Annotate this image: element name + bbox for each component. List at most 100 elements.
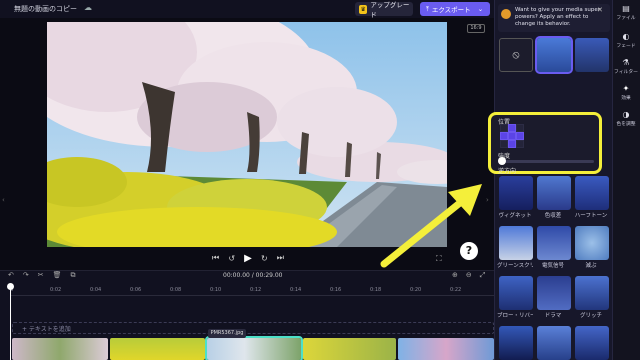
split-icon[interactable]: ✂: [38, 271, 44, 280]
close-icon[interactable]: ✕: [597, 6, 603, 14]
clip-filename-tooltip: PMR5367.jpg: [208, 329, 246, 338]
playhead[interactable]: [10, 284, 11, 360]
effect-label: 減ぶ: [585, 263, 597, 269]
position-cell[interactable]: [500, 124, 508, 132]
effects-label-row: ブロー・リバース ドラマ グリッチ: [497, 311, 609, 319]
effect-thumb[interactable]: [499, 276, 533, 310]
zoom-in-icon[interactable]: ⊕: [452, 271, 458, 280]
cloud-sync-icon: ☁: [84, 3, 92, 12]
filter-icon: ⚗: [622, 58, 630, 67]
ruler-tick: 0:20: [410, 287, 422, 293]
effect-thumb[interactable]: [575, 38, 609, 72]
effect-thumb[interactable]: [575, 226, 609, 260]
timecode: 00:00.00 / 00:29.00: [223, 272, 283, 279]
delete-icon[interactable]: 🗑: [53, 271, 62, 280]
intensity-slider[interactable]: [498, 160, 594, 163]
ruler-tick: 0:12: [250, 287, 262, 293]
effect-thumb[interactable]: [575, 176, 609, 210]
duplicate-icon[interactable]: ⧉: [71, 271, 76, 280]
effect-label: ハーフトーン: [574, 213, 608, 219]
text-track[interactable]: [12, 322, 494, 334]
effect-thumb[interactable]: [499, 176, 533, 210]
effect-thumb[interactable]: [499, 326, 533, 360]
ruler-tick: 0:16: [330, 287, 342, 293]
position-cell[interactable]: [500, 132, 508, 140]
effects-row: [499, 176, 609, 210]
rail-item-color[interactable]: ◑ 色を調整: [612, 110, 640, 127]
zoom-out-icon[interactable]: ⊖: [466, 271, 472, 280]
playback-controls: ⏮ ↺ ▶ ↻ ⏭: [212, 252, 284, 264]
effects-label-row: ヴィグネット 色収差 ハーフトーン: [497, 211, 609, 219]
effect-label: ヴィグネット: [498, 213, 532, 219]
project-title[interactable]: 無題の動画のコピー: [14, 4, 77, 14]
playhead-handle[interactable]: [7, 283, 14, 290]
ruler-tick: 0:22: [450, 287, 462, 293]
effect-thumb[interactable]: [575, 326, 609, 360]
effects-label-row: グリーンスクリーン 電気信号 減ぶ: [497, 261, 609, 269]
rail-item-file[interactable]: ▤ ファイル: [612, 4, 640, 21]
add-text-label[interactable]: + テキストを追加: [22, 324, 71, 333]
upload-icon: ⤒: [426, 4, 429, 13]
effects-row: [499, 276, 609, 310]
time-ruler[interactable]: 0 0:02 0:04 0:06 0:08 0:10 0:12 0:14 0:1…: [10, 286, 494, 296]
position-cell[interactable]: [516, 132, 524, 140]
export-label: エクスポート: [431, 6, 471, 14]
position-cell[interactable]: [500, 140, 508, 148]
ruler-tick: 0:02: [50, 287, 62, 293]
position-cell[interactable]: [516, 140, 524, 148]
effect-label: グリーンスクリーン: [497, 263, 533, 269]
position-cell[interactable]: [516, 124, 524, 132]
fit-icon[interactable]: ⤢: [480, 271, 486, 280]
effect-thumb[interactable]: [537, 276, 571, 310]
right-rail: [612, 0, 640, 360]
effect-thumb[interactable]: [535, 36, 573, 74]
undo-icon[interactable]: ↶: [8, 271, 14, 280]
ruler-tick: 0:04: [90, 287, 102, 293]
file-icon: ▤: [622, 4, 630, 13]
effect-thumb[interactable]: [575, 276, 609, 310]
rail-item-fade[interactable]: ◐ フェード: [612, 32, 640, 49]
ruler-tick: 0:14: [290, 287, 302, 293]
rail-label: 効果: [621, 96, 631, 101]
video-clip[interactable]: [398, 338, 494, 360]
video-clip[interactable]: [12, 338, 108, 360]
timeline-toolbar: ↶ ↷ ✂ 🗑 ⧉: [8, 271, 76, 280]
skip-forward-icon[interactable]: ⏭: [277, 253, 284, 263]
video-track: [12, 336, 494, 360]
rewind-icon[interactable]: ↺: [228, 254, 235, 263]
rail-label: ファイル: [616, 16, 636, 21]
skip-back-icon[interactable]: ⏮: [212, 253, 219, 263]
export-button[interactable]: ⤒ エクスポート ⌄: [420, 2, 490, 16]
forward-icon[interactable]: ↻: [261, 254, 268, 263]
effect-thumb[interactable]: [537, 226, 571, 260]
video-clip[interactable]: [302, 338, 397, 360]
redo-icon[interactable]: ↷: [23, 271, 29, 280]
upgrade-button[interactable]: ♛ アップグレード: [355, 1, 413, 19]
rail-item-filter[interactable]: ⚗ フィルター: [612, 58, 640, 75]
fade-icon: ◐: [622, 32, 630, 41]
magic-wand-icon: ✦: [622, 84, 630, 93]
effect-label: グリッチ: [579, 313, 602, 319]
rail-label: フェード: [616, 44, 636, 49]
effect-thumb[interactable]: [537, 176, 571, 210]
video-clip-selected[interactable]: [205, 336, 303, 360]
position-cell[interactable]: [508, 124, 516, 132]
aspect-ratio-button[interactable]: 16:9: [467, 24, 485, 33]
video-clip[interactable]: [109, 338, 206, 360]
effect-label: 電気信号: [541, 263, 564, 269]
no-effect-icon[interactable]: ⦸: [499, 38, 533, 72]
effect-thumb[interactable]: [537, 326, 571, 360]
slider-handle[interactable]: [498, 157, 506, 165]
effect-thumb[interactable]: [499, 226, 533, 260]
collapse-left-icon[interactable]: ‹: [2, 196, 8, 208]
position-cell[interactable]: [508, 140, 516, 148]
zoom-controls: ⊕ ⊖ ⤢: [452, 271, 485, 280]
effect-label: 色収差: [544, 213, 562, 219]
effect-label: ドラマ: [544, 313, 562, 319]
play-icon[interactable]: ▶: [244, 253, 252, 264]
position-cell[interactable]: [508, 132, 516, 140]
ruler-tick: 0:08: [170, 287, 182, 293]
annotation-arrow: [380, 184, 482, 268]
reverse-label: 逆方向: [498, 168, 517, 175]
rail-item-effects[interactable]: ✦ 効果: [612, 84, 640, 101]
